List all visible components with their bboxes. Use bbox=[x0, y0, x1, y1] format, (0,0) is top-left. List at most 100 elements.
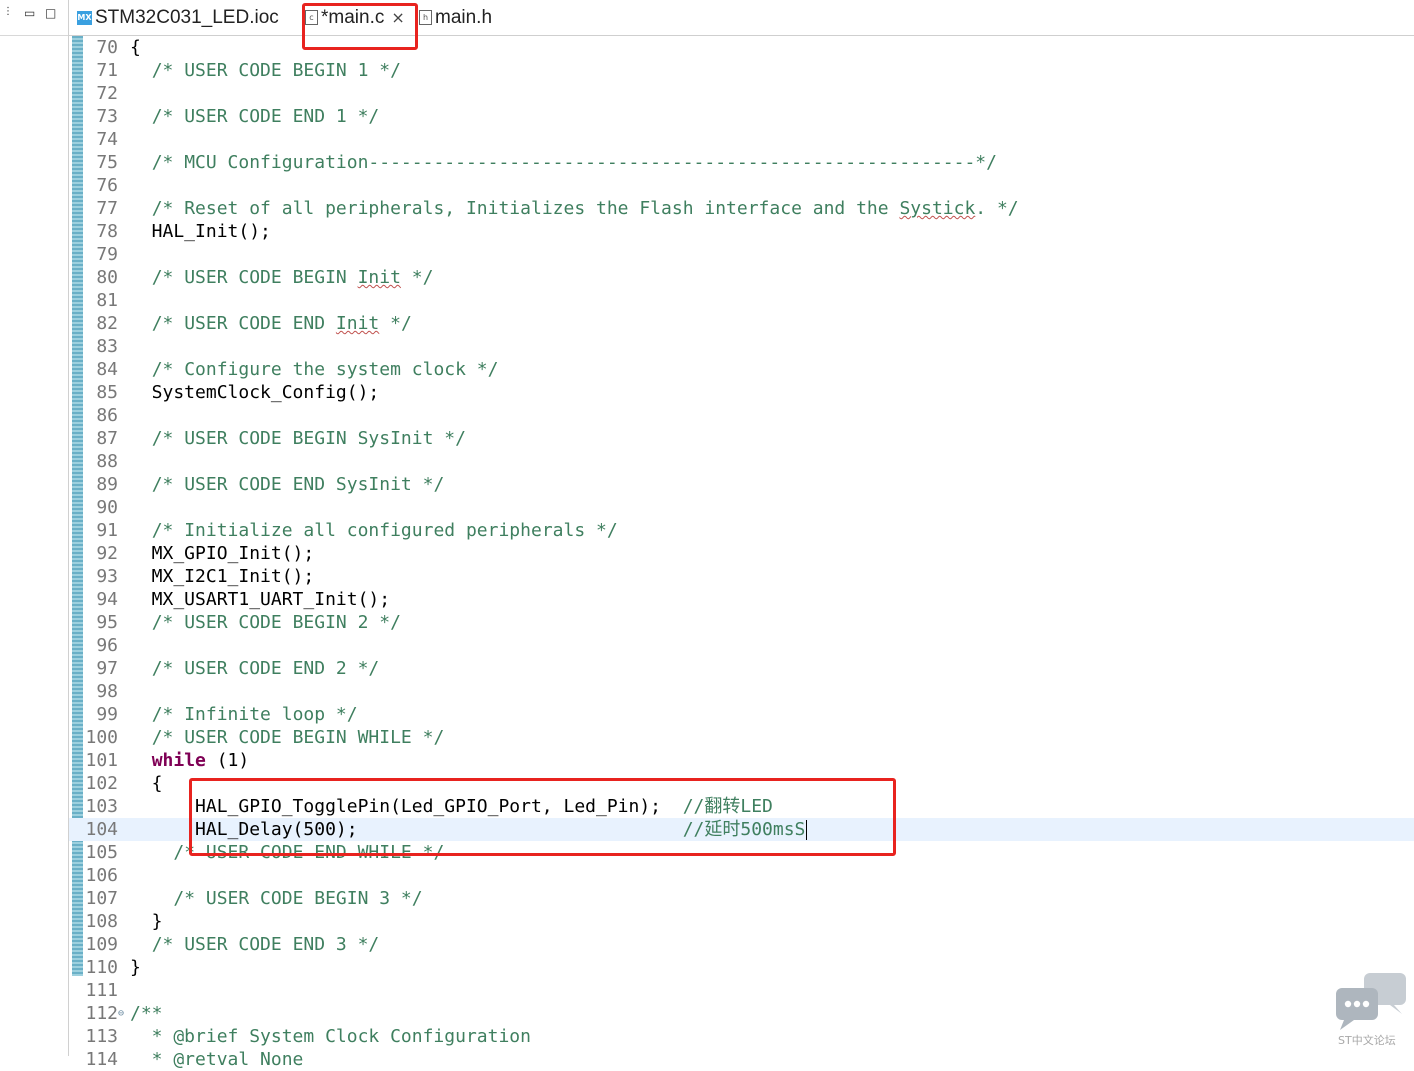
code-line[interactable]: 91 /* Initialize all configured peripher… bbox=[69, 519, 1414, 542]
line-number: 75 bbox=[96, 152, 118, 173]
h-file-icon: h bbox=[419, 10, 432, 25]
maximize-icon[interactable]: □ bbox=[45, 6, 56, 20]
line-number: 105 bbox=[85, 842, 118, 863]
code-line[interactable]: 76 bbox=[69, 174, 1414, 197]
line-number: 89 bbox=[96, 474, 118, 495]
line-number: 88 bbox=[96, 451, 118, 472]
line-number: 84 bbox=[96, 359, 118, 380]
code-line[interactable]: 108 } bbox=[69, 910, 1414, 933]
line-number: 76 bbox=[96, 175, 118, 196]
code-line[interactable]: 82 /* USER CODE END Init */ bbox=[69, 312, 1414, 335]
code-line[interactable]: 71 /* USER CODE BEGIN 1 */ bbox=[69, 59, 1414, 82]
editor-tab-bar: MX STM32C031_LED.ioc c *main.c × h main.… bbox=[69, 0, 1414, 36]
line-number: 81 bbox=[96, 290, 118, 311]
code-line[interactable]: 86 bbox=[69, 404, 1414, 427]
code-line[interactable]: 89 /* USER CODE END SysInit */ bbox=[69, 473, 1414, 496]
code-text: /* USER CODE END Init */ bbox=[151, 313, 412, 334]
code-text: /* USER CODE END 2 */ bbox=[151, 658, 380, 679]
line-number: 82 bbox=[96, 313, 118, 334]
line-number: 102 bbox=[85, 773, 118, 794]
code-line[interactable]: 78 HAL_Init(); bbox=[69, 220, 1414, 243]
line-number: 104 bbox=[85, 819, 118, 840]
line-number: 101 bbox=[85, 750, 118, 771]
code-line[interactable]: 88 bbox=[69, 450, 1414, 473]
line-number: 96 bbox=[96, 635, 118, 656]
code-line[interactable]: 79 bbox=[69, 243, 1414, 266]
code-line[interactable]: 98 bbox=[69, 680, 1414, 703]
line-number: 74 bbox=[96, 129, 118, 150]
code-text: /* USER CODE BEGIN SysInit */ bbox=[151, 428, 466, 449]
line-number: 77 bbox=[96, 198, 118, 219]
code-text: * @retval None bbox=[130, 1049, 304, 1070]
view-menu-icon[interactable]: ⋮ bbox=[3, 6, 13, 17]
code-line[interactable]: 81 bbox=[69, 289, 1414, 312]
code-text: /* USER CODE END SysInit */ bbox=[151, 474, 445, 495]
line-number: 110 bbox=[85, 957, 118, 978]
minimize-icon[interactable]: ▭ bbox=[24, 6, 35, 20]
code-text: { bbox=[130, 37, 141, 58]
line-number: 70 bbox=[96, 37, 118, 58]
code-line[interactable]: 80 /* USER CODE BEGIN Init */ bbox=[69, 266, 1414, 289]
line-number: 106 bbox=[85, 865, 118, 886]
highlight-box-while-body bbox=[189, 778, 896, 856]
line-number: 85 bbox=[96, 382, 118, 403]
code-line[interactable]: 110} bbox=[69, 956, 1414, 979]
code-line[interactable]: 85 SystemClock_Config(); bbox=[69, 381, 1414, 404]
code-text: /* USER CODE END 3 */ bbox=[151, 934, 380, 955]
code-text: MX_GPIO_Init(); bbox=[130, 543, 315, 564]
line-number: 91 bbox=[96, 520, 118, 541]
code-line[interactable]: 114 * @retval None bbox=[69, 1048, 1414, 1071]
line-number: 109 bbox=[85, 934, 118, 955]
tab-stm32c031-led-ioc[interactable]: MX STM32C031_LED.ioc bbox=[77, 0, 279, 35]
line-number: 94 bbox=[96, 589, 118, 610]
code-line[interactable]: 87 /* USER CODE BEGIN SysInit */ bbox=[69, 427, 1414, 450]
code-line[interactable]: 97 /* USER CODE END 2 */ bbox=[69, 657, 1414, 680]
code-text: /* USER CODE BEGIN 1 */ bbox=[151, 60, 401, 81]
code-text: /* Reset of all peripherals, Initializes… bbox=[151, 198, 1019, 219]
code-line[interactable]: 72 bbox=[69, 82, 1414, 105]
code-line[interactable]: 95 /* USER CODE BEGIN 2 */ bbox=[69, 611, 1414, 634]
code-line[interactable]: 107 /* USER CODE BEGIN 3 */ bbox=[69, 887, 1414, 910]
line-number: 78 bbox=[96, 221, 118, 242]
code-text: /* Infinite loop */ bbox=[151, 704, 358, 725]
code-line[interactable]: 101 while (1) bbox=[69, 749, 1414, 772]
line-number: 72 bbox=[96, 83, 118, 104]
line-number: 107 bbox=[85, 888, 118, 909]
code-text: /* USER CODE BEGIN 3 */ bbox=[173, 888, 423, 909]
code-line[interactable]: 99 /* Infinite loop */ bbox=[69, 703, 1414, 726]
code-line[interactable]: 93 MX_I2C1_Init(); bbox=[69, 565, 1414, 588]
code-line[interactable]: 73 /* USER CODE END 1 */ bbox=[69, 105, 1414, 128]
code-editor[interactable]: 70 {71 /* USER CODE BEGIN 1 */72 73 /* USE… bbox=[69, 36, 1414, 1070]
line-number: 87 bbox=[96, 428, 118, 449]
code-text: MX_I2C1_Init(); bbox=[130, 566, 315, 587]
code-line[interactable]: 94 MX_USART1_UART_Init(); bbox=[69, 588, 1414, 611]
code-line[interactable]: 111 bbox=[69, 979, 1414, 1002]
fold-toggle-icon[interactable]: ⊖ bbox=[118, 1002, 124, 1025]
left-pane: ⋮ ▭ □ bbox=[0, 0, 69, 1056]
code-text: } bbox=[130, 957, 141, 978]
code-line[interactable]: 100 /* USER CODE BEGIN WHILE */ bbox=[69, 726, 1414, 749]
highlight-box-main-c-tab bbox=[302, 3, 418, 50]
code-line[interactable]: 74 bbox=[69, 128, 1414, 151]
code-line[interactable]: 106 bbox=[69, 864, 1414, 887]
code-line[interactable]: 83 bbox=[69, 335, 1414, 358]
code-text: /* USER CODE BEGIN 2 */ bbox=[151, 612, 401, 633]
code-line[interactable]: 70 { bbox=[69, 36, 1414, 59]
tab-main-h[interactable]: h main.h bbox=[419, 0, 492, 35]
code-line[interactable]: 84 /* Configure the system clock */ bbox=[69, 358, 1414, 381]
tab-label: STM32C031_LED.ioc bbox=[95, 6, 279, 28]
code-text: while (1) bbox=[151, 750, 250, 771]
code-text: /* Initialize all configured peripherals… bbox=[151, 520, 618, 541]
line-number: 114 bbox=[85, 1049, 118, 1070]
code-line[interactable]: 90 bbox=[69, 496, 1414, 519]
code-line[interactable]: 109 /* USER CODE END 3 */ bbox=[69, 933, 1414, 956]
tab-label: main.h bbox=[435, 6, 493, 28]
mx-file-icon: MX bbox=[77, 10, 92, 25]
code-line[interactable]: 77 /* Reset of all peripherals, Initiali… bbox=[69, 197, 1414, 220]
code-text: /** bbox=[130, 1003, 163, 1024]
code-line[interactable]: 92 MX_GPIO_Init(); bbox=[69, 542, 1414, 565]
code-line[interactable]: 113 * @brief System Clock Configuration bbox=[69, 1025, 1414, 1048]
code-line[interactable]: 96 bbox=[69, 634, 1414, 657]
code-line[interactable]: 75 /* MCU Configuration-----------------… bbox=[69, 151, 1414, 174]
code-line[interactable]: 112 ⊖ /** bbox=[69, 1002, 1414, 1025]
